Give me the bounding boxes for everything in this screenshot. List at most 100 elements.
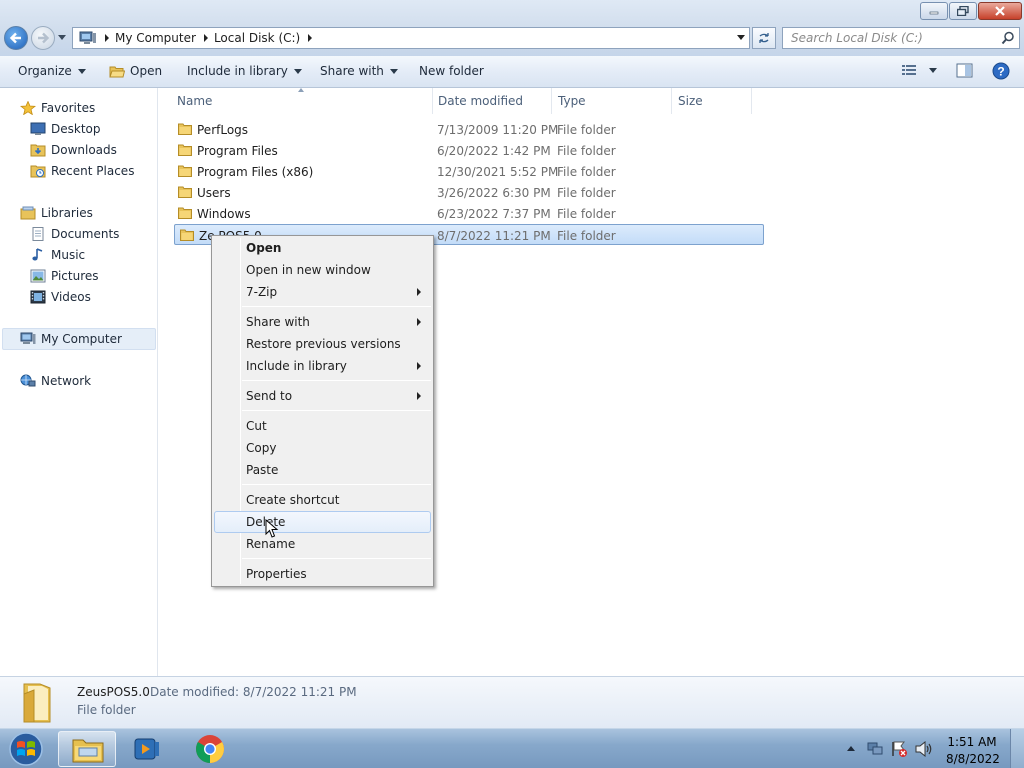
column-header-name[interactable]: Name: [177, 94, 212, 110]
menu-item-label: Restore previous versions: [246, 337, 401, 351]
open-button[interactable]: Open: [109, 64, 162, 78]
share-with-button[interactable]: Share with: [320, 64, 398, 78]
new-folder-button[interactable]: New folder: [419, 64, 484, 78]
table-row[interactable]: Users 3/26/2022 6:30 PM File folder: [173, 182, 749, 203]
sidebar-item-libraries[interactable]: Libraries: [20, 204, 93, 222]
file-date: 3/26/2022 6:30 PM: [437, 186, 551, 200]
action-center-flag-icon[interactable]: [890, 740, 908, 758]
menu-item-rename[interactable]: Rename: [214, 533, 431, 555]
forward-button[interactable]: [31, 26, 55, 50]
minimize-button[interactable]: [920, 2, 948, 20]
column-header-size[interactable]: Size: [678, 94, 703, 110]
column-divider[interactable]: [551, 88, 552, 114]
downloads-folder-icon: [30, 144, 46, 157]
sidebar-item-music[interactable]: Music: [30, 246, 85, 264]
explorer-icon: [72, 739, 104, 763]
table-row[interactable]: PerfLogs 7/13/2009 11:20 PM File folder: [173, 119, 749, 140]
table-row[interactable]: Program Files 6/20/2022 1:42 PM File fol…: [173, 140, 749, 161]
submenu-arrow-icon: [417, 392, 421, 400]
system-clock[interactable]: 1:51 AM 8/8/2022: [946, 734, 1000, 768]
details-type: File folder: [77, 703, 136, 717]
menu-item-create-shortcut[interactable]: Create shortcut: [214, 489, 431, 511]
preview-pane-button[interactable]: [956, 63, 973, 78]
file-name: Users: [197, 186, 231, 200]
column-divider[interactable]: [751, 88, 752, 114]
network-icon: [20, 374, 36, 387]
breadcrumb-local-disk[interactable]: Local Disk (C:): [214, 31, 300, 45]
menu-separator: [242, 380, 431, 381]
menu-item-delete[interactable]: Delete: [214, 511, 431, 533]
mouse-cursor-icon: [265, 519, 279, 538]
chevron-down-icon: [929, 67, 937, 73]
sidebar-label: Network: [41, 374, 92, 388]
address-dropdown-icon[interactable]: [737, 35, 745, 40]
organize-button[interactable]: Organize: [18, 64, 86, 78]
sidebar-item-my-computer[interactable]: My Computer: [20, 330, 122, 348]
show-desktop-button[interactable]: [1010, 729, 1024, 768]
recent-pages-dropdown[interactable]: [58, 35, 66, 40]
windows-logo-icon: [9, 732, 43, 766]
folder-icon: [178, 186, 192, 198]
menu-item-restore-previous-versions[interactable]: Restore previous versions: [214, 333, 431, 355]
chevron-down-icon: [77, 68, 86, 74]
menu-separator: [242, 410, 431, 411]
column-header-date-modified[interactable]: Date modified: [438, 94, 523, 110]
taskbar-chrome-button[interactable]: [181, 731, 239, 767]
menu-item-include-in-library[interactable]: Include in library: [214, 355, 431, 377]
menu-item-copy[interactable]: Copy: [214, 437, 431, 459]
network-status-icon[interactable]: [866, 741, 884, 757]
sidebar-item-desktop[interactable]: Desktop: [30, 120, 101, 138]
restore-button[interactable]: [949, 2, 977, 20]
address-bar[interactable]: My Computer Local Disk (C:): [72, 27, 750, 49]
sidebar-item-network[interactable]: Network: [20, 372, 91, 390]
menu-item-cut[interactable]: Cut: [214, 415, 431, 437]
breadcrumb-separator[interactable]: [203, 34, 208, 42]
sidebar-item-downloads[interactable]: Downloads: [30, 141, 117, 159]
pictures-icon: [30, 269, 46, 283]
table-row[interactable]: Windows 6/23/2022 7:37 PM File folder: [173, 203, 749, 224]
menu-item-share-with[interactable]: Share with: [214, 311, 431, 333]
menu-item-open-new-window[interactable]: Open in new window: [214, 259, 431, 281]
new-folder-label: New folder: [419, 64, 484, 78]
menu-item-7zip[interactable]: 7-Zip: [214, 281, 431, 303]
details-name: ZeusPOS5.0: [77, 685, 150, 699]
close-icon: [995, 6, 1005, 16]
menu-item-open[interactable]: Open: [214, 237, 431, 259]
menu-item-properties[interactable]: Properties: [214, 563, 431, 585]
refresh-button[interactable]: [752, 27, 776, 49]
search-icon[interactable]: [1001, 31, 1015, 45]
taskbar-media-player-button[interactable]: [118, 731, 176, 767]
table-row[interactable]: Program Files (x86) 12/30/2021 5:52 PM F…: [173, 161, 749, 182]
menu-item-paste[interactable]: Paste: [214, 459, 431, 481]
sidebar-item-documents[interactable]: Documents: [30, 225, 119, 243]
file-name: PerfLogs: [197, 123, 249, 137]
preview-pane-icon: [956, 63, 973, 78]
sidebar-item-favorites[interactable]: Favorites: [20, 99, 95, 117]
breadcrumb-separator[interactable]: [308, 34, 313, 42]
sidebar-label: Videos: [51, 290, 91, 304]
sidebar-item-recent-places[interactable]: Recent Places: [30, 162, 134, 180]
change-view-button[interactable]: [901, 64, 937, 76]
column-divider[interactable]: [671, 88, 672, 114]
taskbar-explorer-button[interactable]: [58, 731, 116, 767]
sidebar-item-pictures[interactable]: Pictures: [30, 267, 99, 285]
menu-item-label: Include in library: [246, 359, 347, 373]
column-divider[interactable]: [432, 88, 433, 114]
organize-label: Organize: [18, 64, 72, 78]
start-button[interactable]: [4, 731, 48, 767]
menu-item-send-to[interactable]: Send to: [214, 385, 431, 407]
column-header-type[interactable]: Type: [558, 94, 586, 110]
close-button[interactable]: [978, 2, 1022, 20]
back-button[interactable]: [4, 26, 28, 50]
breadcrumb-my-computer[interactable]: My Computer: [115, 31, 196, 45]
volume-icon[interactable]: [914, 741, 934, 757]
search-input[interactable]: Search Local Disk (C:): [782, 27, 1020, 49]
file-date: 12/30/2021 5:52 PM: [437, 165, 559, 179]
sidebar-item-videos[interactable]: Videos: [30, 288, 91, 306]
breadcrumb-separator[interactable]: [105, 34, 109, 42]
show-hidden-icons-icon[interactable]: [846, 744, 856, 752]
folder-icon: [178, 144, 192, 156]
sidebar-label: Downloads: [51, 143, 117, 157]
include-in-library-button[interactable]: Include in library: [187, 64, 302, 78]
help-button[interactable]: ?: [992, 62, 1010, 80]
